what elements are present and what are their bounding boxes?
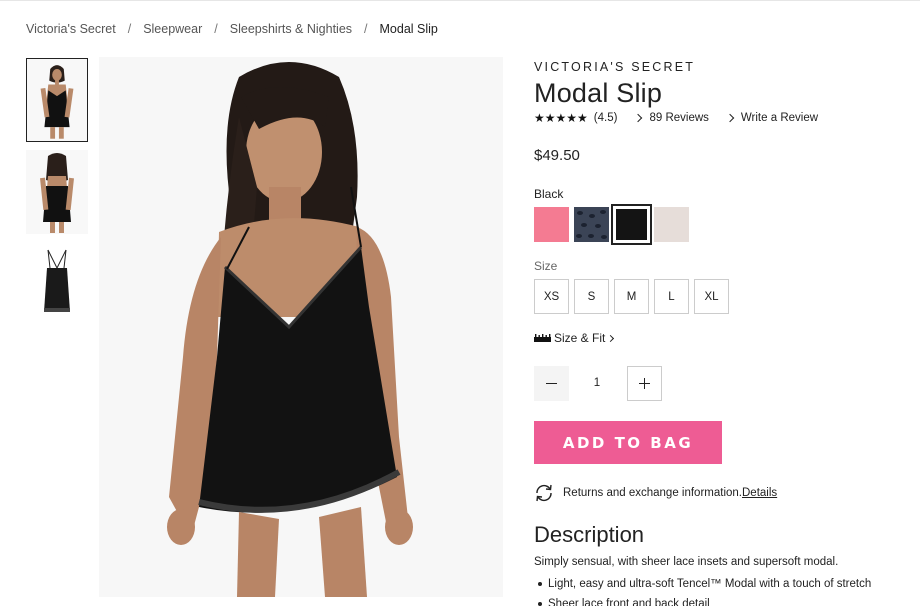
thumbnail-flat[interactable] xyxy=(26,242,88,326)
description-bullet: Sheer lace front and back detail xyxy=(538,598,710,606)
leopard-pattern-icon xyxy=(576,210,607,239)
chevron-right-icon xyxy=(725,113,735,123)
reviews-link[interactable]: 89 Reviews xyxy=(649,112,708,124)
garment-flat-thumbnail-image xyxy=(26,242,88,326)
product-price: $49.50 xyxy=(534,147,580,164)
breadcrumb-link-home[interactable]: Victoria's Secret xyxy=(26,22,116,36)
size-option-s[interactable]: S xyxy=(574,279,609,314)
bullet-text: Sheer lace front and back detail xyxy=(548,598,710,606)
write-review-link[interactable]: Write a Review xyxy=(741,112,818,124)
quantity-decrease-button[interactable] xyxy=(534,366,569,401)
product-title: Modal Slip xyxy=(534,78,663,108)
quantity-increase-button[interactable] xyxy=(627,366,662,401)
ruler-icon xyxy=(534,334,551,342)
returns-text: Returns and exchange information. xyxy=(563,487,742,499)
thumbnail-front[interactable] xyxy=(26,58,88,142)
rating-row: ★★★★★ (4.5) 89 Reviews Write a Review xyxy=(534,111,818,125)
star-rating-icon: ★★★★★ xyxy=(534,111,588,125)
model-front-thumbnail-image xyxy=(27,59,87,141)
model-back-thumbnail-image xyxy=(26,150,88,234)
exchange-arrows-icon xyxy=(536,484,552,502)
breadcrumb-separator: / xyxy=(214,22,218,36)
brand-name: VICTORIA'S SECRET xyxy=(534,60,696,74)
bullet-text: Light, easy and ultra-soft Tencel™ Modal… xyxy=(548,578,872,590)
thumbnail-back[interactable] xyxy=(26,150,88,234)
model-wearing-slip-image xyxy=(99,57,503,597)
swatch-leopard[interactable] xyxy=(574,207,609,242)
breadcrumb-separator: / xyxy=(127,22,132,36)
breadcrumb-link-sleepwear[interactable]: Sleepwear xyxy=(143,22,202,36)
swatch-black[interactable] xyxy=(611,204,652,245)
add-to-bag-button[interactable]: ADD TO BAG xyxy=(534,421,722,464)
breadcrumb-link-sleepshirts[interactable]: Sleepshirts & Nighties xyxy=(230,22,352,36)
description-bullet: Light, easy and ultra-soft Tencel™ Modal… xyxy=(538,578,871,590)
minus-icon xyxy=(546,382,557,385)
swatch-pink[interactable] xyxy=(534,207,569,242)
size-fit-link[interactable]: Size & Fit xyxy=(534,331,615,345)
quantity-value: 1 xyxy=(593,377,601,389)
chevron-right-icon xyxy=(607,334,615,342)
header-divider xyxy=(0,0,920,1)
size-fit-label: Size & Fit xyxy=(554,331,606,345)
bullet-dot xyxy=(538,602,542,606)
size-option-l[interactable]: L xyxy=(654,279,689,314)
bullet-dot xyxy=(538,582,542,586)
main-product-image xyxy=(99,57,503,597)
breadcrumb: Victoria's Secret / Sleepwear / Sleepshi… xyxy=(26,22,438,36)
description-heading: Description xyxy=(534,522,645,547)
plus-icon-vertical xyxy=(643,378,646,389)
selected-color-label: Black xyxy=(534,187,564,201)
size-label: Size xyxy=(534,259,558,273)
breadcrumb-current: Modal Slip xyxy=(379,22,438,36)
swatch-blush[interactable] xyxy=(654,207,689,242)
returns-details-link[interactable]: Details xyxy=(742,487,777,499)
size-option-xs[interactable]: XS xyxy=(534,279,569,314)
size-option-m[interactable]: M xyxy=(614,279,649,314)
size-option-xl[interactable]: XL xyxy=(694,279,729,314)
chevron-right-icon xyxy=(634,113,643,123)
returns-info: Returns and exchange information. Detail… xyxy=(534,484,777,502)
rating-value: (4.5) xyxy=(593,112,618,124)
description-text: Simply sensual, with sheer lace insets a… xyxy=(534,556,839,568)
breadcrumb-separator: / xyxy=(364,22,368,36)
